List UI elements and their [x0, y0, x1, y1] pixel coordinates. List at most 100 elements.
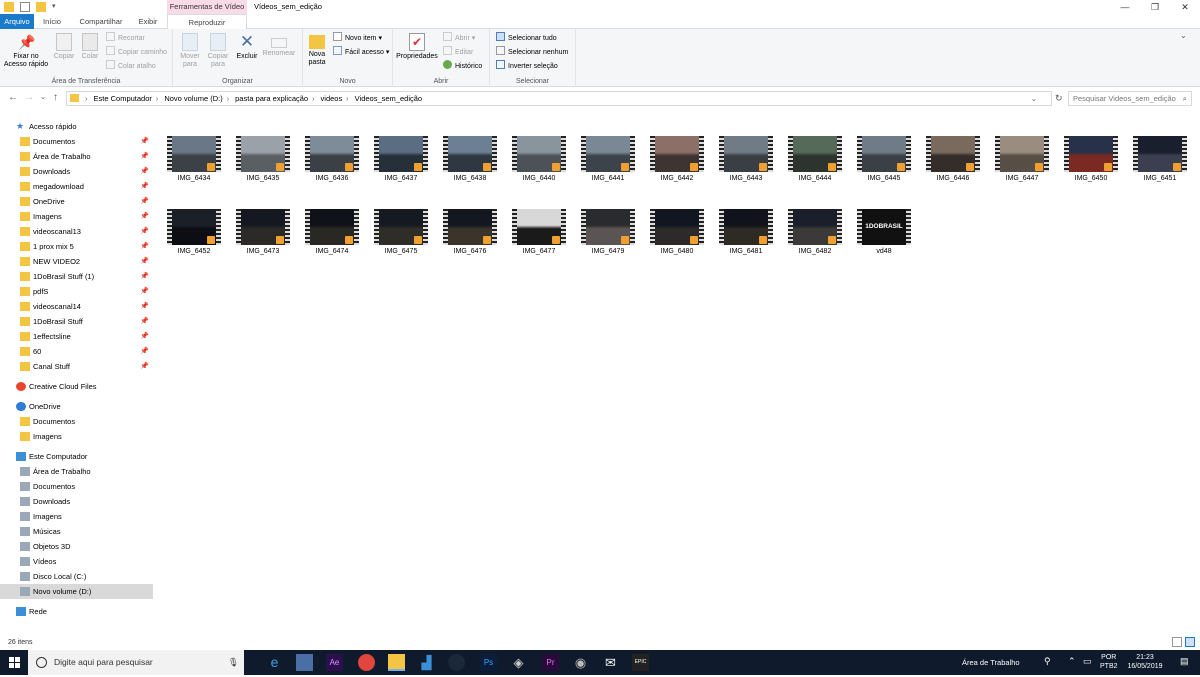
nav-quick-item[interactable]: Documentos 📌	[0, 134, 153, 149]
copy-button[interactable]: Copiar	[52, 33, 76, 61]
video-file-item[interactable]: IMG_6443	[715, 114, 777, 182]
video-file-item[interactable]: IMG_6477	[508, 187, 570, 255]
nav-pc-item[interactable]: Disco Local (C:)	[0, 569, 153, 584]
premiere-icon[interactable]: Pr	[542, 654, 559, 671]
notifications-icon[interactable]: ▤	[1180, 657, 1189, 666]
nav-pc-item[interactable]: Novo volume (D:)	[0, 584, 153, 599]
nav-quick-item[interactable]: Canal Stuff 📌	[0, 359, 153, 374]
pin-icon[interactable]: 📌	[140, 269, 149, 284]
video-file-item[interactable]: IMG_6437	[370, 114, 432, 182]
copy-to-button[interactable]: Copiar para	[205, 33, 231, 69]
nav-pc-item[interactable]: Objetos 3D	[0, 539, 153, 554]
nav-quick-item[interactable]: Imagens 📌	[0, 209, 153, 224]
new-item-button[interactable]: Novo item ▾	[333, 32, 382, 44]
video-file-item[interactable]: IMG_6480	[646, 187, 708, 255]
nav-quick-item[interactable]: Área de Trabalho 📌	[0, 149, 153, 164]
breadcrumb-videos[interactable]: videos	[321, 92, 343, 105]
video-file-item[interactable]: IMG_6447	[991, 114, 1053, 182]
address-bar[interactable]: › Este Computador › Novo volume (D:) › pas…	[66, 91, 1052, 106]
pin-icon[interactable]: 📌	[140, 194, 149, 209]
copy-path-button[interactable]: Copiar caminho	[106, 46, 167, 58]
video-file-item[interactable]: 1DOBRASIL vd48	[853, 187, 915, 255]
paste-shortcut-button[interactable]: Colar atalho	[106, 60, 156, 72]
tab-play[interactable]: Reproduzir	[167, 14, 247, 30]
pin-icon[interactable]: 📌	[140, 149, 149, 164]
easy-access-button[interactable]: Fácil acesso ▾	[333, 46, 389, 58]
start-button[interactable]	[0, 650, 28, 675]
file-explorer-icon[interactable]	[388, 654, 405, 671]
language-indicator[interactable]: POR PTB2	[1100, 653, 1118, 671]
nav-quick-item[interactable]: pdfS 📌	[0, 284, 153, 299]
nav-onedrive-item[interactable]: Imagens	[0, 429, 153, 444]
nav-quick-item[interactable]: 60 📌	[0, 344, 153, 359]
nav-pc-item[interactable]: Vídeos	[0, 554, 153, 569]
video-file-item[interactable]: IMG_6479	[577, 187, 639, 255]
show-hidden-icons-icon[interactable]: ⌃	[1068, 657, 1076, 666]
details-view-icon[interactable]	[1172, 637, 1182, 647]
collapse-ribbon-icon[interactable]: ⌄	[1180, 31, 1187, 40]
properties-icon[interactable]	[20, 2, 30, 12]
video-file-item[interactable]: IMG_6445	[853, 114, 915, 182]
media-app-icon[interactable]: ◈	[510, 654, 527, 671]
pin-icon[interactable]: 📌	[140, 224, 149, 239]
nav-pc-item[interactable]: Downloads	[0, 494, 153, 509]
after-effects-icon[interactable]: Ae	[326, 654, 343, 671]
epic-games-icon[interactable]: EPIC	[632, 654, 649, 671]
pin-icon[interactable]: 📌	[140, 284, 149, 299]
delete-button[interactable]: ✕ Excluir	[234, 33, 260, 61]
refresh-icon[interactable]: ↻	[1055, 92, 1063, 104]
open-button[interactable]: Abrir ▾	[443, 32, 475, 44]
nav-this-pc[interactable]: Este Computador	[0, 449, 153, 464]
video-file-item[interactable]: IMG_6444	[784, 114, 846, 182]
network-icon[interactable]: ▭	[1083, 657, 1092, 666]
desktop-toolbar-label[interactable]: Área de Trabalho	[962, 658, 1020, 667]
pin-quick-access-button[interactable]: 📌 Fixar no Acesso rápido	[2, 33, 50, 69]
nav-pc-item[interactable]: Área de Trabalho	[0, 464, 153, 479]
pin-icon[interactable]: 📌	[140, 359, 149, 374]
pin-icon[interactable]: 📌	[140, 209, 149, 224]
nav-pc-item[interactable]: Imagens	[0, 509, 153, 524]
address-dropdown-icon[interactable]: ⌄	[1031, 92, 1037, 105]
microphone-icon[interactable]: 🎙	[228, 650, 239, 675]
breadcrumb-explanation-folder[interactable]: pasta para explicação	[235, 92, 308, 105]
maximize-button[interactable]: ❐	[1140, 0, 1170, 14]
clock[interactable]: 21:23 16/05/2019	[1124, 653, 1166, 671]
video-file-item[interactable]: IMG_6476	[439, 187, 501, 255]
breadcrumb-drive-d[interactable]: Novo volume (D:)	[164, 92, 222, 105]
paste-button[interactable]: Colar	[78, 33, 102, 61]
properties-button[interactable]: ✔ Propriedades	[395, 33, 439, 61]
video-file-item[interactable]: IMG_6442	[646, 114, 708, 182]
nav-quick-access[interactable]: ★ Acesso rápido	[0, 119, 153, 134]
chrome-icon[interactable]	[358, 654, 375, 671]
video-file-item[interactable]: IMG_6452	[163, 187, 225, 255]
nav-creative-cloud[interactable]: Creative Cloud Files	[0, 379, 153, 394]
video-file-item[interactable]: IMG_6450	[1060, 114, 1122, 182]
pin-icon[interactable]: 📌	[140, 164, 149, 179]
mail-icon[interactable]: ✉	[602, 654, 619, 671]
rename-button[interactable]: Renomear	[261, 33, 297, 58]
tab-view[interactable]: Exibir	[132, 14, 164, 29]
select-none-button[interactable]: Selecionar nenhum	[496, 46, 568, 58]
video-file-item[interactable]: IMG_6481	[715, 187, 777, 255]
pin-icon[interactable]: 📌	[140, 134, 149, 149]
video-file-item[interactable]: IMG_6440	[508, 114, 570, 182]
app-icon[interactable]: ◉	[572, 654, 589, 671]
nav-quick-item[interactable]: OneDrive 📌	[0, 194, 153, 209]
store-icon[interactable]	[296, 654, 313, 671]
nav-onedrive-item[interactable]: Documentos	[0, 414, 153, 429]
nav-quick-item[interactable]: videoscanal14 📌	[0, 299, 153, 314]
large-icons-view-icon[interactable]	[1185, 637, 1195, 647]
video-file-item[interactable]: IMG_6435	[232, 114, 294, 182]
edge-icon[interactable]: e	[266, 654, 283, 671]
video-file-item[interactable]: IMG_6473	[232, 187, 294, 255]
breadcrumb-this-pc[interactable]: Este Computador	[94, 92, 152, 105]
nav-quick-item[interactable]: 1DoBrasil Stuff (1) 📌	[0, 269, 153, 284]
invert-selection-button[interactable]: Inverter seleção	[496, 60, 558, 72]
pin-icon[interactable]: 📌	[140, 299, 149, 314]
video-file-item[interactable]: IMG_6436	[301, 114, 363, 182]
forward-arrow-icon[interactable]: →	[24, 92, 34, 104]
video-file-item[interactable]: IMG_6475	[370, 187, 432, 255]
pin-icon[interactable]: 📌	[140, 179, 149, 194]
move-to-button[interactable]: Mover para	[177, 33, 203, 69]
recent-locations-icon[interactable]: ⌄	[40, 92, 46, 104]
